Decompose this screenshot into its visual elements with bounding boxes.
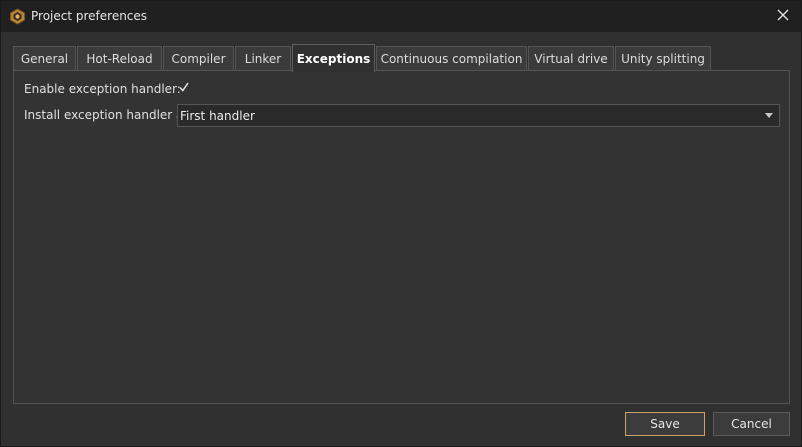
tab-linker[interactable]: Linker bbox=[235, 46, 291, 71]
window-title: Project preferences bbox=[31, 9, 148, 23]
close-button[interactable] bbox=[771, 5, 795, 27]
tab-unity-splitting[interactable]: Unity splitting bbox=[615, 46, 711, 71]
cancel-label: Cancel bbox=[731, 417, 772, 431]
tab-label: Exceptions bbox=[296, 51, 371, 66]
preferences-dialog: Project preferences General Hot-Reload C… bbox=[0, 0, 802, 447]
title-bar[interactable]: Project preferences bbox=[1, 1, 801, 32]
tab-label: Linker bbox=[244, 52, 282, 66]
enable-exception-handler-label: Enable exception handler: bbox=[24, 82, 181, 96]
cancel-button[interactable]: Cancel bbox=[713, 412, 790, 436]
hexagon-icon bbox=[9, 8, 26, 25]
tab-compiler[interactable]: Compiler bbox=[163, 46, 234, 71]
tab-label: Virtual drive bbox=[534, 52, 608, 66]
checkmark-icon bbox=[178, 81, 190, 96]
tab-label: Unity splitting bbox=[621, 52, 705, 66]
tab-label: Hot-Reload bbox=[86, 52, 153, 66]
tab-exceptions[interactable]: Exceptions bbox=[292, 44, 375, 72]
install-exception-handler-label: Install exception handler as: bbox=[24, 108, 194, 122]
save-button[interactable]: Save bbox=[625, 412, 705, 436]
enable-exception-handler-checkbox[interactable] bbox=[176, 80, 192, 96]
tab-label: Continuous compilation bbox=[380, 52, 523, 66]
save-label: Save bbox=[650, 417, 680, 431]
exceptions-panel: Enable exception handler: Install except… bbox=[13, 70, 790, 404]
install-exception-handler-select[interactable]: First handler bbox=[177, 104, 780, 127]
tab-virtual-drive[interactable]: Virtual drive bbox=[528, 46, 614, 71]
tab-general[interactable]: General bbox=[13, 46, 76, 71]
select-value: First handler bbox=[180, 108, 255, 123]
close-icon bbox=[777, 9, 789, 24]
tab-label: General bbox=[20, 52, 69, 66]
tab-hot-reload[interactable]: Hot-Reload bbox=[77, 46, 162, 71]
chevron-down-icon bbox=[765, 113, 773, 118]
tab-label: Compiler bbox=[171, 52, 226, 66]
tab-continuous-compilation[interactable]: Continuous compilation bbox=[376, 46, 527, 71]
